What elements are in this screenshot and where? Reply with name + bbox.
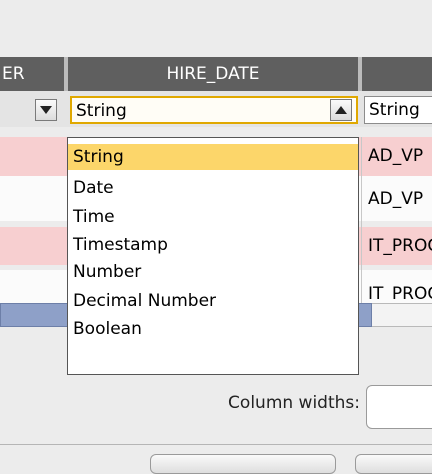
table-cell[interactable]: IT_PROG [364, 232, 432, 260]
hire-date-type-value: String [76, 101, 127, 121]
dropdown-option-time[interactable]: Time [68, 204, 358, 230]
column-header-next[interactable] [362, 57, 432, 91]
next-type-combobox[interactable]: String [364, 96, 432, 124]
column-header-hire-date[interactable]: HIRE_DATE [68, 57, 358, 91]
er-type-dropdown-button[interactable] [35, 99, 57, 121]
column-header-er[interactable]: ER [0, 57, 64, 91]
dropdown-option-timestamp[interactable]: Timestamp [68, 232, 358, 258]
column-widths-field[interactable] [366, 385, 432, 429]
column-divider [361, 137, 362, 303]
bottom-button-left[interactable] [150, 454, 336, 474]
column-widths-label: Column widths: [228, 393, 360, 413]
type-dropdown-list: String Date Time Timestamp Number Decima… [67, 137, 359, 375]
dropdown-option-string[interactable]: String [68, 144, 358, 170]
dropdown-option-boolean[interactable]: Boolean [68, 316, 358, 342]
hire-date-type-combobox[interactable]: String [70, 96, 358, 124]
chevron-down-icon [40, 106, 52, 114]
dropdown-option-number[interactable]: Number [68, 259, 358, 285]
table-cell[interactable]: AD_VP [364, 142, 432, 170]
bottom-button-right[interactable] [355, 454, 432, 474]
table-cell[interactable]: AD_VP [364, 185, 432, 213]
chevron-up-icon [335, 106, 347, 114]
panel-divider [0, 444, 432, 445]
dropdown-option-decimal-number[interactable]: Decimal Number [68, 288, 358, 314]
next-type-value: String [369, 100, 420, 120]
dropdown-option-date[interactable]: Date [68, 175, 358, 201]
table-cell[interactable]: IT_PROG [364, 280, 432, 300]
column-header-er-label: ER [2, 64, 25, 84]
hire-date-type-dropdown-button[interactable] [330, 99, 352, 121]
column-header-hire-date-label: HIRE_DATE [166, 64, 260, 84]
